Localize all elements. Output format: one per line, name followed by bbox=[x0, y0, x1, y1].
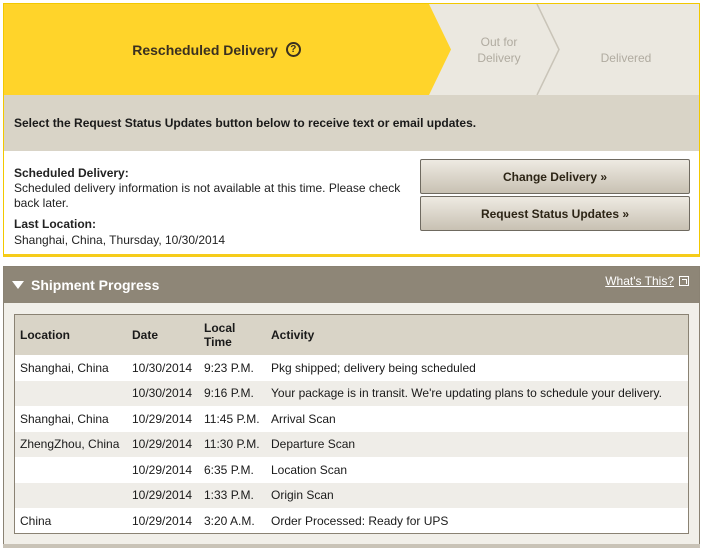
step-divider bbox=[536, 4, 560, 95]
column-header-location: Location bbox=[20, 328, 70, 342]
cell-location: ZhengZhou, China bbox=[20, 437, 120, 452]
shipment-progress-toggle[interactable]: Shipment Progress bbox=[12, 267, 159, 303]
cell-location bbox=[15, 457, 127, 483]
cell-activity: Departure Scan bbox=[271, 437, 356, 452]
cell-location: China bbox=[20, 513, 52, 528]
cell-date: 10/29/2014 bbox=[132, 437, 193, 452]
cell-location: Shanghai, China bbox=[20, 411, 109, 426]
whats-this-link[interactable]: What's This? bbox=[605, 274, 689, 288]
cell-local-time: 9:16 P.M. bbox=[204, 386, 254, 401]
table-row: China 10/29/2014 3:20 A.M. Order Processed:… bbox=[15, 508, 688, 534]
panel-bottom-border bbox=[3, 544, 700, 548]
cell-activity: Your package is in transit. We're updati… bbox=[271, 386, 662, 401]
step-out-for-delivery: Out for Delivery bbox=[477, 35, 521, 65]
cell-local-time: 11:45 P.M. bbox=[204, 411, 260, 426]
cell-activity: Arrival Scan bbox=[271, 411, 336, 426]
request-status-updates-button[interactable]: Request Status Updates » bbox=[420, 196, 690, 231]
last-location-label: Last Location: bbox=[14, 217, 97, 231]
cell-date: 10/30/2014 bbox=[132, 386, 193, 401]
cell-activity: Origin Scan bbox=[271, 488, 334, 503]
whats-this-label: What's This? bbox=[605, 274, 674, 288]
table-header-row: Location Date Local Time Activity bbox=[15, 315, 688, 355]
cell-activity: Pkg shipped; delivery being scheduled bbox=[271, 360, 476, 375]
cell-location bbox=[15, 483, 127, 509]
shipment-progress-table-wrap: Location Date Local Time Activity Shangha… bbox=[14, 314, 689, 534]
cell-date: 10/29/2014 bbox=[132, 411, 193, 426]
table-row: Shanghai, China 10/30/2014 9:23 P.M. Pkg sh… bbox=[15, 355, 688, 381]
table-row: 10/29/2014 1:33 P.M. Origin Scan bbox=[15, 482, 688, 509]
step-rescheduled-delivery: Rescheduled Delivery ? bbox=[4, 4, 429, 95]
last-location-text: Shanghai, China, Thursday, 10/30/2014 bbox=[14, 233, 226, 247]
column-header-activity: Activity bbox=[271, 328, 315, 342]
table-row: ZhengZhou, China 10/29/2014 11:30 P.M. Depa… bbox=[15, 431, 688, 457]
change-delivery-button[interactable]: Change Delivery » bbox=[420, 159, 690, 194]
table-row: 10/30/2014 9:16 P.M. Your package is in tr… bbox=[15, 380, 688, 407]
shipment-progress-header[interactable]: Shipment Progress What's This? bbox=[4, 267, 699, 303]
shipment-progress-title: Shipment Progress bbox=[31, 277, 160, 293]
shipment-progress-table: Location Date Local Time Activity Shangha… bbox=[15, 315, 688, 534]
scheduled-delivery-label: Scheduled Delivery: bbox=[14, 166, 129, 180]
cell-location bbox=[15, 381, 127, 407]
column-header-date: Date bbox=[132, 328, 159, 342]
cell-activity: Order Processed: Ready for UPS bbox=[271, 513, 449, 528]
delivery-status-card: Rescheduled Delivery ? Out for Delivery D… bbox=[3, 3, 700, 257]
question-circle-icon[interactable]: ? bbox=[285, 42, 301, 57]
table-row: 10/29/2014 6:35 P.M. Location Scan bbox=[15, 457, 688, 483]
cell-local-time: 9:23 P.M. bbox=[204, 360, 254, 375]
cell-local-time: 1:33 P.M. bbox=[204, 488, 254, 503]
cell-date: 10/29/2014 bbox=[132, 513, 193, 528]
cell-date: 10/29/2014 bbox=[132, 488, 193, 503]
shipment-progress-panel: Shipment Progress What's This? Location … bbox=[3, 266, 700, 547]
cell-date: 10/30/2014 bbox=[132, 360, 193, 375]
step-delivered: Delivered bbox=[600, 51, 652, 65]
step-active-label: Rescheduled Delivery bbox=[132, 41, 278, 58]
popup-window-icon bbox=[679, 276, 689, 286]
cell-local-time: 6:35 P.M. bbox=[204, 462, 254, 477]
delivery-progress-stepper: Rescheduled Delivery ? Out for Delivery D… bbox=[4, 4, 699, 95]
status-details: Scheduled Delivery: Scheduled delivery i… bbox=[4, 151, 699, 255]
cell-date: 10/29/2014 bbox=[132, 462, 193, 477]
cell-local-time: 3:20 A.M. bbox=[204, 513, 255, 528]
table-row: Shanghai, China 10/29/2014 11:45 P.M. Arriv… bbox=[15, 406, 688, 432]
triangle-down-icon bbox=[12, 281, 24, 289]
cell-activity: Location Scan bbox=[271, 462, 348, 477]
cell-local-time: 11:30 P.M. bbox=[204, 437, 260, 452]
cell-location: Shanghai, China bbox=[20, 360, 109, 375]
instruction-bar: Select the Request Status Updates button… bbox=[4, 95, 699, 151]
scheduled-delivery-text: Scheduled delivery information is not av… bbox=[14, 181, 401, 210]
column-header-local-time: Local Time bbox=[204, 321, 236, 349]
